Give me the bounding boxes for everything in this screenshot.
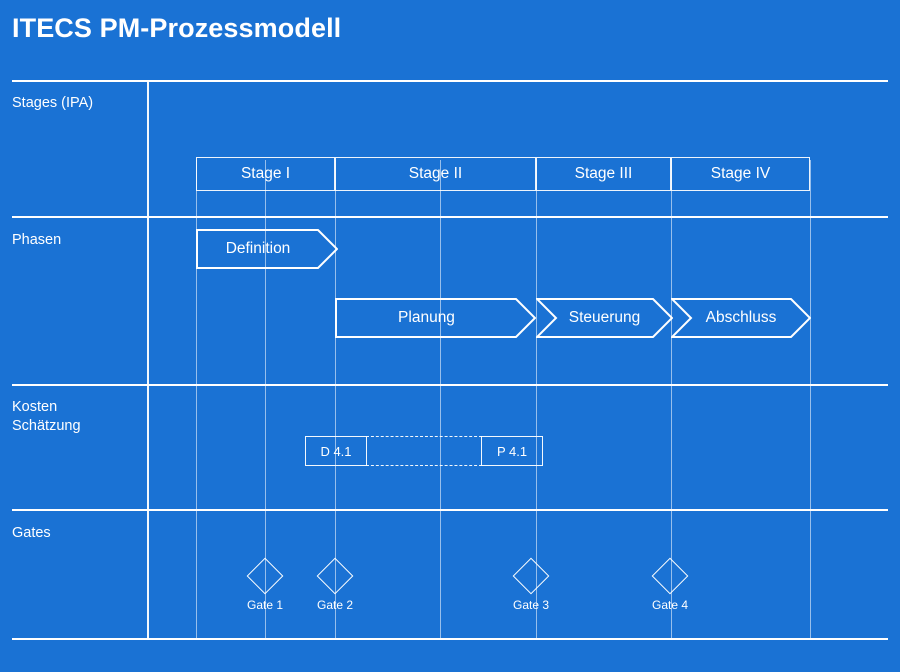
cost-connector-dashed	[366, 436, 482, 466]
diagram-canvas: ITECS PM-Prozessmodell Stages (IPA) Phas…	[0, 0, 900, 672]
diamond-icon	[316, 557, 354, 595]
divider-stages-phasen	[12, 216, 888, 218]
gate-label-1: Gate 1	[246, 598, 284, 612]
divider-bottom	[12, 638, 888, 640]
gate-label-4: Gate 4	[651, 598, 689, 612]
divider-kosten-gates	[12, 509, 888, 511]
gate-label-2: Gate 2	[316, 598, 354, 612]
phase-arrow-steuerung[interactable]: Steuerung	[534, 298, 674, 338]
phase-arrow-definition-shape	[196, 229, 339, 269]
phase-arrow-planung[interactable]: Planung	[335, 298, 537, 338]
gridline-mid	[440, 160, 441, 639]
phase-arrow-abschluss[interactable]: Abschluss	[669, 298, 812, 338]
gate-marker-1[interactable]: Gate 1	[230, 557, 300, 612]
stage-label-4: Stage IV	[710, 165, 771, 182]
stage-box-1[interactable]: Stage I	[196, 157, 335, 191]
gate-label-3: Gate 3	[512, 598, 550, 612]
gridline-label-column	[147, 81, 149, 639]
stage-label-3: Stage III	[574, 165, 633, 182]
stage-box-3[interactable]: Stage III	[536, 157, 671, 191]
cost-box-start-label: D 4.1	[320, 443, 352, 459]
stage-box-4[interactable]: Stage IV	[671, 157, 810, 191]
stage-label-2: Stage II	[408, 165, 463, 182]
diamond-icon	[651, 557, 689, 595]
row-label-phasen: Phasen	[12, 232, 62, 248]
phase-arrow-steuerung-shape	[534, 298, 674, 338]
divider-phasen-kosten	[12, 384, 888, 386]
stage-label-1: Stage I	[240, 165, 291, 182]
cost-box-start[interactable]: D 4.1	[305, 436, 367, 466]
phase-arrow-definition[interactable]: Definition	[196, 229, 339, 269]
row-label-stages: Stages (IPA)	[12, 95, 94, 111]
gate-marker-2[interactable]: Gate 2	[300, 557, 370, 612]
gate-marker-3[interactable]: Gate 3	[496, 557, 566, 612]
page-title: ITECS PM-Prozessmodell	[12, 13, 342, 43]
cost-box-end-label: P 4.1	[496, 443, 528, 459]
divider-top	[12, 80, 888, 82]
diamond-icon	[246, 557, 284, 595]
gate-marker-4[interactable]: Gate 4	[635, 557, 705, 612]
stage-box-2[interactable]: Stage II	[335, 157, 536, 191]
gridline-stage4-end	[810, 160, 811, 639]
row-label-gates: Gates	[12, 525, 51, 541]
cost-box-end[interactable]: P 4.1	[481, 436, 543, 466]
row-label-kosten: Kosten Schätzung	[12, 399, 81, 434]
phase-arrow-planung-shape	[335, 298, 537, 338]
diamond-icon	[512, 557, 550, 595]
phase-arrow-abschluss-shape	[669, 298, 812, 338]
